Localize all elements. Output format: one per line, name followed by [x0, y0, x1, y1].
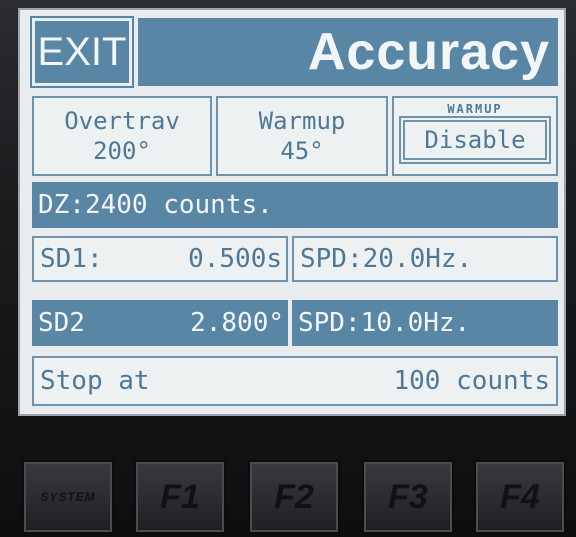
sd2-value: 2.800° [190, 308, 284, 338]
spd2-row[interactable]: SPD:10.0Hz. [292, 300, 558, 346]
warmup-value: 45° [280, 137, 324, 165]
sd1-value: 0.500s [188, 244, 282, 274]
overtrav-setting[interactable]: Overtrav 200° [32, 96, 212, 176]
system-key[interactable]: SYSTEM [22, 460, 114, 534]
spd1-row[interactable]: SPD:20.0Hz. [292, 236, 558, 282]
stop-at-value: 100 counts [393, 366, 550, 396]
stop-at-label: Stop at [40, 366, 150, 396]
warmup-disable-button[interactable]: Disable [399, 116, 551, 164]
warmup-toggle-panel: WARMUP Disable [392, 96, 558, 176]
exit-button[interactable]: EXIT [30, 16, 134, 88]
sd1-label: SD1: [40, 244, 103, 274]
f4-key[interactable]: F4 [474, 460, 566, 534]
lcd-screen: EXIT Accuracy Overtrav 200° Warmup 45° W… [18, 8, 566, 416]
f1-key[interactable]: F1 [134, 460, 226, 534]
deadzone-row[interactable]: DZ:2400 counts. [32, 182, 558, 228]
stop-at-row[interactable]: Stop at 100 counts [32, 356, 558, 406]
page-title: Accuracy [138, 18, 558, 86]
f2-key[interactable]: F2 [248, 460, 340, 534]
sd2-row[interactable]: SD2 2.800° [32, 300, 288, 346]
overtrav-label: Overtrav [64, 107, 180, 135]
warmup-toggle-label: WARMUP [447, 102, 503, 116]
warmup-setting[interactable]: Warmup 45° [216, 96, 388, 176]
function-key-row: SYSTEM F1 F2 F3 F4 [22, 460, 566, 536]
warmup-label: Warmup [258, 107, 346, 135]
sd2-label: SD2 [38, 308, 85, 338]
overtrav-value: 200° [93, 137, 151, 165]
device-panel: EXIT Accuracy Overtrav 200° Warmup 45° W… [0, 0, 576, 537]
f3-key[interactable]: F3 [362, 460, 454, 534]
sd1-row[interactable]: SD1: 0.500s [32, 236, 288, 282]
